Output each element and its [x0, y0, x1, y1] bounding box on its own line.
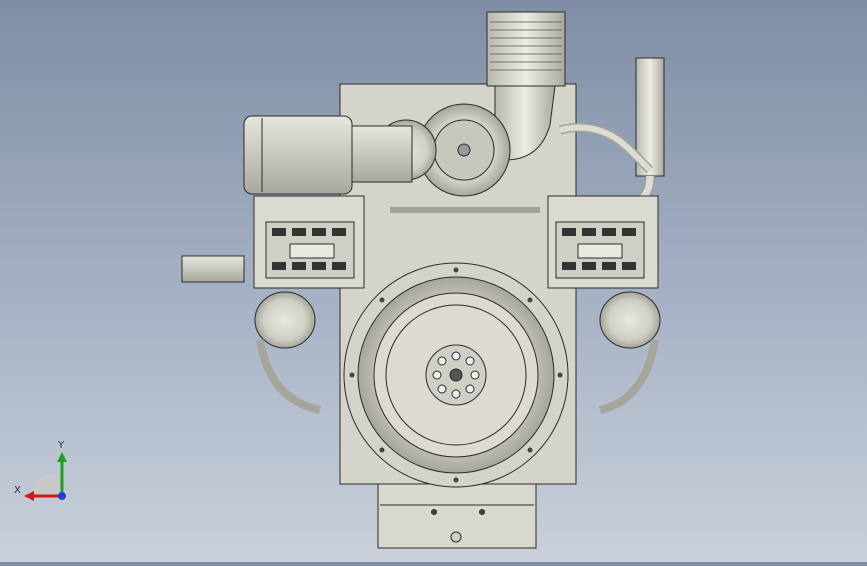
oil-cooler: [243, 115, 353, 195]
engine-model[interactable]: [0, 0, 867, 562]
graphics-viewport[interactable]: [0, 0, 867, 562]
coordinate-triad: X Y: [14, 440, 67, 501]
side-housing-right: [599, 291, 661, 349]
triad-plane-icon: [31, 473, 58, 496]
side-housing-left: [254, 291, 316, 349]
z-axis-dot: [58, 492, 66, 500]
air-filter: [486, 11, 566, 87]
x-axis-label: X: [14, 485, 21, 496]
intake-stub-left: [181, 255, 245, 283]
y-axis-label: Y: [57, 440, 65, 451]
